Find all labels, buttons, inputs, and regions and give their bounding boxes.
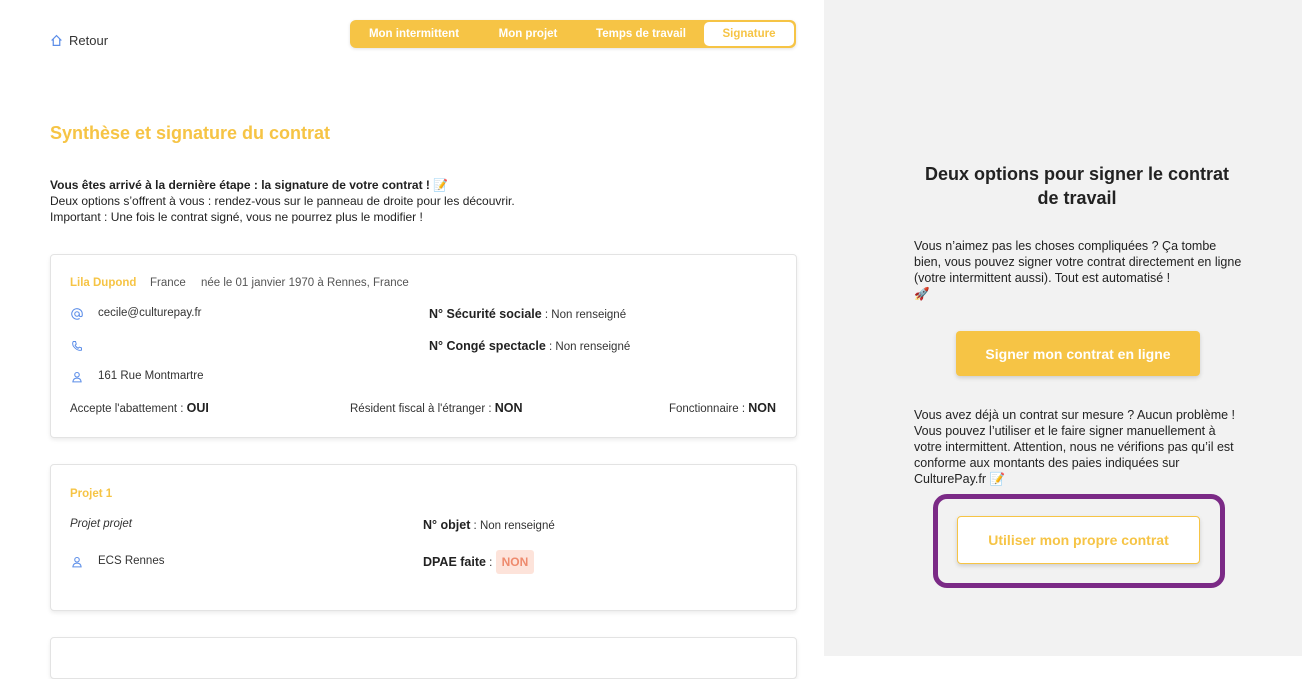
fonctionnaire-label: Fonctionnaire : [668, 403, 749, 415]
dpae-field: DPAE faite : NON [423, 549, 535, 575]
memo-emoji: 📝 [989, 472, 1006, 486]
tab-mon-projet[interactable]: Mon projet [478, 20, 578, 48]
conge-label: N° Congé spectacle [429, 339, 546, 353]
conge-value: : Non renseigné [545, 341, 631, 353]
person-country: France [150, 277, 186, 289]
use-own-contract-button[interactable]: Utiliser mon propre contrat [957, 516, 1200, 564]
memo-emoji: 📝 [433, 178, 449, 192]
tab-temps-de-travail[interactable]: Temps de travail [578, 20, 704, 48]
project-name: Projet projet [70, 518, 133, 530]
sign-online-button[interactable]: Signer mon contrat en ligne [956, 331, 1200, 376]
tab-mon-intermittent[interactable]: Mon intermittent [350, 20, 478, 48]
back-link[interactable]: Retour [50, 33, 108, 48]
objet-value: : Non renseigné [470, 520, 555, 532]
user-icon [72, 556, 82, 568]
abattement-field: Accepte l'abattement : OUI [70, 401, 209, 415]
project-place: ECS Rennes [98, 555, 165, 567]
fonctionnaire-value: NON [748, 401, 776, 415]
abattement-label: Accepte l'abattement : [70, 403, 187, 415]
intro-line-2: Deux options s’offrent à vous : rendez-v… [50, 194, 515, 208]
person-birth: née le 01 janvier 1970 à Rennes, France [201, 277, 409, 289]
rocket-emoji: 🚀 [914, 287, 930, 301]
secu-label: N° Sécurité sociale [429, 307, 542, 321]
conge-field: N° Congé spectacle : Non renseigné [429, 339, 630, 353]
step-tabs: Mon intermittent Mon projet Temps de tra… [350, 20, 796, 48]
main-panel: Retour Mon intermittent Mon projet Temps… [0, 0, 824, 679]
abattement-value: OUI [186, 401, 209, 415]
phone-icon [72, 341, 82, 351]
online-option-desc: Vous n’aimez pas les choses compliquées … [914, 239, 1242, 285]
resident-field: Résident fiscal à l'étranger : NON [350, 401, 523, 415]
tab-signature[interactable]: Signature [704, 22, 794, 46]
resident-label: Résident fiscal à l'étranger : [350, 403, 495, 415]
objet-label: N° objet [423, 518, 471, 532]
person-card: Lila Dupond France née le 01 janvier 197… [50, 254, 797, 438]
project-card: Projet 1 Projet projet ECS Rennes N° obj… [50, 464, 797, 611]
intro-line-3: Important : Une fois le contrat signé, v… [50, 210, 423, 224]
intro-bold: Vous êtes arrivé à la dernière étape : l… [50, 178, 430, 192]
fonctionnaire-field: Fonctionnaire : NON [669, 401, 776, 415]
person-address: 161 Rue Montmartre [98, 370, 204, 382]
home-icon [51, 34, 62, 46]
dpae-label: DPAE faite [423, 555, 486, 569]
person-email: cecile@culturepay.fr [98, 307, 202, 319]
next-card [50, 637, 797, 679]
secu-value: : Non renseigné [541, 309, 627, 321]
own-contract-desc: Vous avez déjà un contrat sur mesure ? A… [914, 408, 1236, 486]
own-contract-text: Vous avez déjà un contrat sur mesure ? A… [914, 407, 1244, 487]
user-icon [72, 371, 82, 383]
back-label: Retour [69, 33, 109, 48]
page-title: Synthèse et signature du contrat [50, 123, 331, 143]
dpae-sep: : [485, 557, 496, 569]
objet-field: N° objet : Non renseigné [423, 518, 555, 532]
options-title: Deux options pour signer le contrat de t… [924, 164, 1230, 208]
project-heading: Projet 1 [70, 488, 113, 500]
person-name: Lila Dupond [70, 277, 137, 289]
at-icon [71, 308, 83, 320]
resident-value: NON [494, 401, 523, 415]
intro-text: Vous êtes arrivé à la dernière étape : l… [50, 177, 515, 225]
online-option-text: Vous n’aimez pas les choses compliquées … [914, 238, 1244, 302]
secu-field: N° Sécurité sociale : Non renseigné [429, 307, 626, 321]
dpae-status-badge: NON [495, 550, 535, 574]
